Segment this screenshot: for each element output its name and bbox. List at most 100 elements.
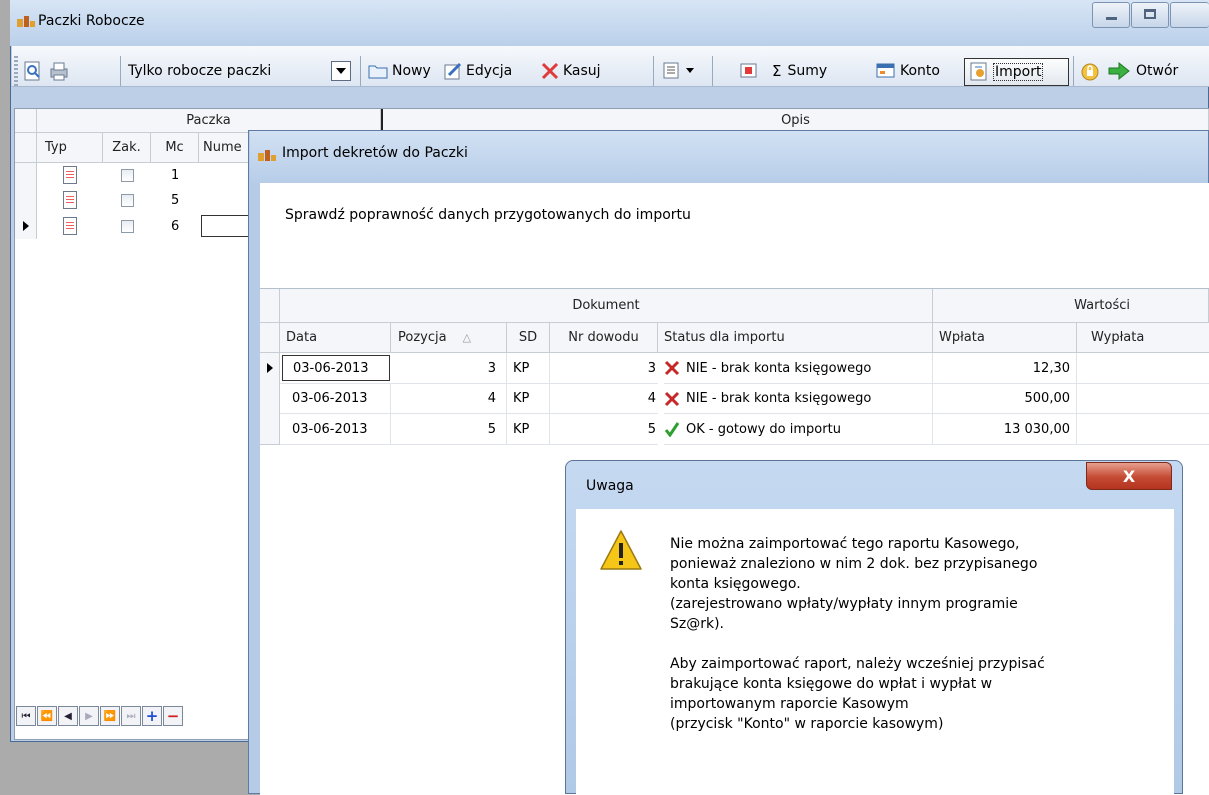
col-header-wplata[interactable]: Wpłata (933, 323, 1077, 353)
cell-mc: 5 (171, 192, 180, 208)
fast-forward-icon: ⏩ (103, 710, 117, 722)
account-button[interactable]: Konto (876, 58, 940, 84)
closed-checkbox[interactable] (120, 219, 134, 233)
cell-status-text: OK - gotowy do importu (686, 421, 841, 437)
maximize-icon (1144, 9, 1156, 19)
row-header-top (15, 133, 37, 163)
close-button-main[interactable] (1170, 2, 1209, 28)
document-icon (63, 191, 77, 209)
row-header[interactable] (260, 383, 280, 413)
main-window-title: Paczki Robocze (38, 13, 145, 29)
preview-button[interactable] (22, 58, 44, 84)
rewind-icon: ⏪ (40, 710, 54, 722)
prev-page-button[interactable]: ⏪ (37, 706, 57, 726)
cell-nr-dowodu: 3 (647, 360, 656, 376)
cell-wplata: 12,30 (933, 353, 1077, 383)
cell-wyplata (1077, 413, 1209, 445)
closed-checkbox[interactable] (120, 193, 134, 207)
next-record-button[interactable]: ▶ (79, 706, 99, 726)
import-button[interactable]: Import (964, 58, 1069, 86)
cell-numer-editing[interactable] (201, 215, 249, 237)
cell-sd: KP (507, 413, 550, 445)
print-button[interactable] (48, 58, 70, 84)
toolbar-separator (120, 56, 121, 86)
message-line: importowanym raporcie Kasowym (670, 696, 909, 712)
filter-dropdown-button[interactable] (331, 61, 351, 81)
folder-icon (368, 65, 388, 79)
lock-button[interactable] (1080, 58, 1100, 84)
col-header-mc[interactable]: Mc (151, 133, 199, 163)
cell-status-text: NIE - brak konta księgowego (686, 391, 872, 406)
columns-icon (663, 62, 679, 79)
col-header-wyplata[interactable]: Wypłata (1077, 323, 1209, 353)
warning-close-button[interactable]: X (1086, 462, 1172, 490)
col-header-data[interactable]: Data (280, 323, 391, 353)
account-icon (876, 63, 895, 78)
cell-pozycja: 4 (391, 383, 507, 413)
sigma-icon: Σ (772, 62, 782, 80)
maximize-button[interactable] (1131, 2, 1169, 28)
col-header-zak[interactable]: Zak. (103, 133, 151, 163)
group-header-wartosci: Wartości (933, 289, 1209, 323)
toolbar-separator (653, 56, 654, 86)
row-header[interactable] (15, 187, 37, 213)
import-dialog-title: Import dekretów do Paczki (282, 145, 468, 161)
minimize-button[interactable] (1092, 2, 1130, 28)
edit-button[interactable]: Edycja (444, 58, 512, 84)
current-row-icon (22, 221, 29, 231)
edit-icon (444, 62, 462, 80)
sums-button[interactable]: Σ Sumy (772, 58, 827, 84)
cell-wplata: 13 030,00 (933, 413, 1077, 445)
cell-status: NIE - brak konta księgowego (664, 383, 933, 413)
current-row-icon (266, 363, 273, 373)
preview-icon (24, 61, 40, 81)
add-record-button[interactable]: + (142, 706, 162, 726)
toolbar-grip[interactable] (14, 56, 18, 86)
col-header-typ[interactable]: Typ (37, 133, 103, 163)
cell-sd: KP (507, 353, 550, 383)
new-button[interactable]: Nowy (368, 58, 431, 84)
group-header-dokument: Dokument (280, 289, 933, 323)
row-header[interactable] (15, 163, 37, 187)
last-record-button[interactable]: ⏭ (121, 706, 141, 726)
message-line: (przycisk "Konto" w raporcie kasowym) (670, 716, 944, 732)
cell-data[interactable]: 03-06-2013 (282, 355, 390, 381)
import-button-label: Import (993, 63, 1044, 81)
closed-checkbox[interactable] (120, 168, 134, 182)
message-spacer (670, 634, 1160, 654)
stop-button[interactable] (740, 58, 758, 84)
next-page-button[interactable]: ⏩ (100, 706, 120, 726)
cell-wplata: 500,00 (933, 383, 1077, 413)
col-header-pozycja[interactable]: Pozycja △ (391, 323, 507, 353)
message-line: ponieważ znaleziono w nim 2 dok. bez prz… (670, 556, 1038, 572)
columns-menu-button[interactable] (662, 58, 694, 84)
delete-button[interactable]: Kasuj (540, 58, 601, 84)
first-record-button[interactable]: ⏮ (16, 706, 36, 726)
row-header-current[interactable] (260, 353, 280, 383)
filter-label: Tylko robocze paczki (128, 63, 272, 79)
message-line: Aby zaimportować raport, należy wcześnie… (670, 656, 1045, 672)
cell-nr-dowodu: 4 (550, 383, 658, 413)
chevron-down-icon (686, 68, 694, 73)
toolbar-separator (360, 56, 361, 86)
last-icon: ⏭ (126, 710, 136, 722)
row-header-current[interactable] (15, 213, 37, 239)
cell-data[interactable]: 03-06-2013 (280, 413, 391, 445)
col-header-nr-dowodu[interactable]: Nr dowodu (550, 323, 658, 353)
open-button[interactable]: Otwór (1108, 58, 1178, 84)
prev-icon: ◀ (64, 710, 72, 722)
warning-message: Nie można zaimportować tego raportu Kaso… (670, 534, 1160, 734)
row-header[interactable] (260, 413, 280, 445)
cell-status: NIE - brak konta księgowego (664, 353, 933, 383)
warning-dialog-title: Uwaga (586, 478, 634, 494)
cell-data[interactable]: 03-06-2013 (280, 383, 391, 413)
col-header-sd[interactable]: SD (507, 323, 550, 353)
col-header-status[interactable]: Status dla importu (658, 323, 933, 353)
open-button-label: Otwór (1136, 63, 1179, 79)
lock-icon (1081, 63, 1099, 81)
prev-record-button[interactable]: ◀ (58, 706, 78, 726)
toolbar-separator (712, 56, 713, 86)
record-navigator: ⏮ ⏪ ◀ ▶ ⏩ ⏭ + − (16, 706, 183, 728)
delete-record-button[interactable]: − (163, 706, 183, 726)
stop-icon (740, 63, 757, 78)
